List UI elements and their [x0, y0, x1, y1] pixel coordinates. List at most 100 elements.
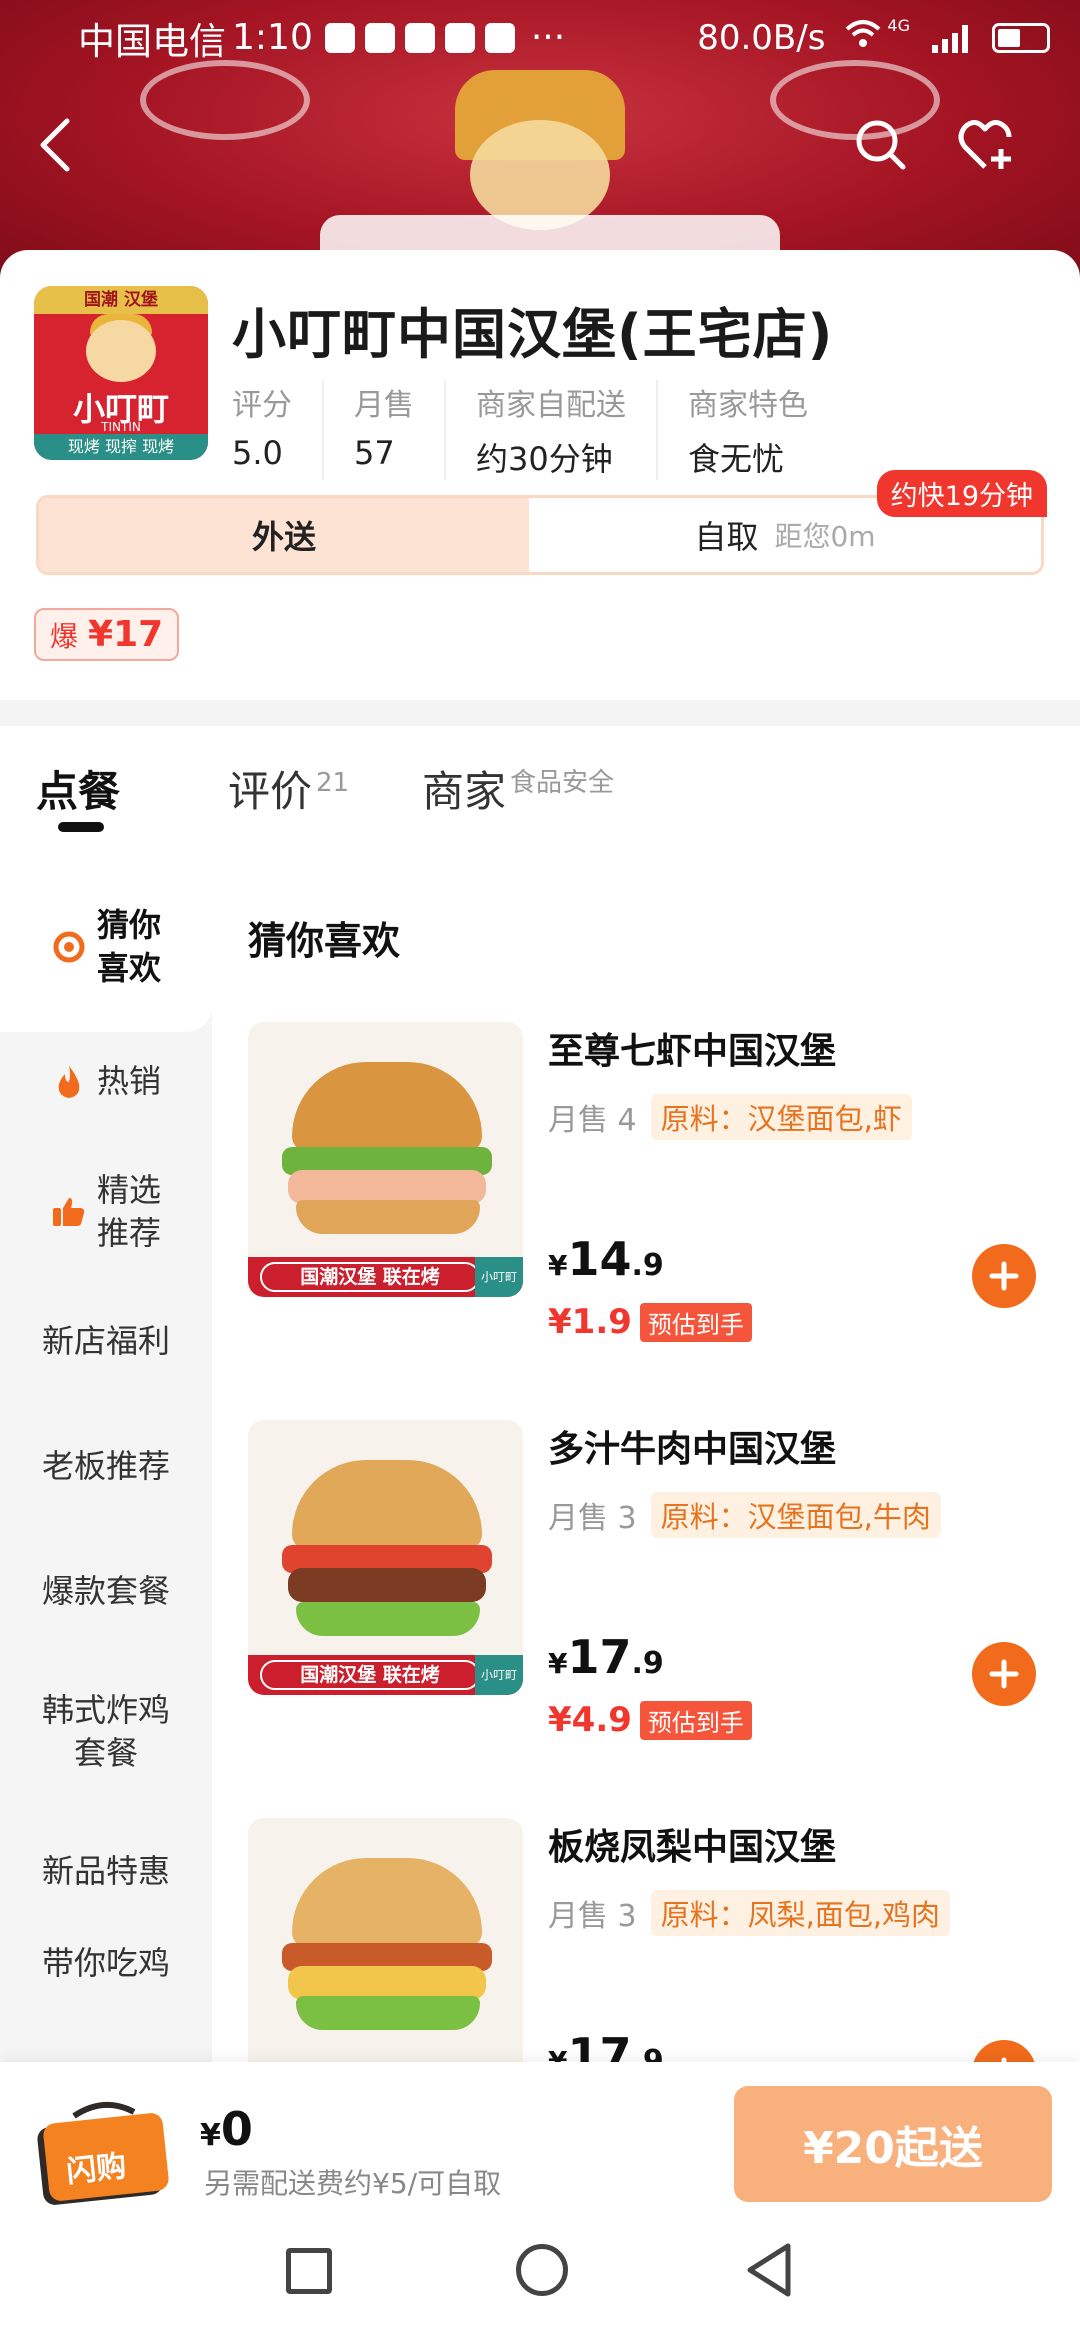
estimated-price-tag: 预估到手 [639, 1302, 752, 1342]
strip-brand: 小叮町 [475, 1655, 523, 1695]
strip-brand: 小叮町 [475, 1257, 523, 1297]
product-price: ¥17.9 [548, 1630, 664, 1684]
product-image[interactable]: 国潮汉堡 联在烤 小叮町 [248, 1420, 523, 1695]
sidebar-item-label: 老板推荐 [41, 1447, 170, 1486]
stat-label: 月售 [354, 388, 414, 423]
section-title: 猜你喜欢 [248, 919, 401, 963]
burger-filling [288, 1568, 486, 1602]
sidebar-item-new-store[interactable]: 新店福利 [0, 1282, 212, 1402]
image-strip: 国潮汉堡 联在烤 小叮町 [248, 1257, 523, 1297]
tab-label: 评价 [228, 767, 313, 816]
price-integer: 17 [567, 2028, 632, 2062]
stat-value: 5.0 [232, 434, 283, 472]
sidebar-item-selected[interactable]: 精选 推荐 [0, 1142, 212, 1282]
burger-lettuce [296, 1996, 480, 2030]
tab-merchant[interactable]: 商家 食品安全 [422, 758, 614, 819]
sidebar-item-korean-chicken[interactable]: 韩式炸鸡 套餐 [0, 1652, 212, 1812]
sidebar-item-label: 新店福利 [41, 1322, 170, 1361]
sidebar-item-hot[interactable]: 热销 [0, 1032, 212, 1132]
cart-amount: 0 [220, 2102, 253, 2156]
stat-monthly-sales: 月售 57 [354, 380, 446, 480]
product-name: 多汁牛肉中国汉堡 [548, 1429, 837, 1470]
store-logo[interactable]: 国潮 汉堡 小叮町 TINTIN 现烤 现搾 现烤 [34, 286, 208, 460]
ingredients-tag: 原料：汉堡面包,牛肉 [650, 1492, 941, 1538]
product-image[interactable]: 国潮汉堡 联在烤 小叮町 [248, 1022, 523, 1297]
cart-bar: 闪购 ¥0 另需配送费约¥5/可自取 ¥20起送 [0, 2062, 1080, 2212]
status-bar: 中国电信 1:10 ··· 80.0B/s 4G [0, 0, 1080, 75]
cart-icon-label: 闪购 [64, 2148, 129, 2191]
product-card[interactable]: 国潮汉堡 联在烤 小叮町 多汁牛肉中国汉堡 月售 3 原料：汉堡面包,牛肉 ¥1… [248, 1420, 1048, 1740]
pickup-distance: 距您0m [774, 520, 876, 553]
network-type: 4G [887, 16, 910, 35]
section-divider [0, 700, 1080, 726]
tab-label: 点餐 [36, 767, 121, 816]
sidebar-item-chicken[interactable]: 带你吃鸡 [0, 1942, 212, 2032]
home-button[interactable] [516, 2244, 568, 2296]
product-price: ¥17.9 [548, 2028, 664, 2062]
signal-icon [932, 23, 968, 53]
burger-bun-top [292, 1858, 482, 1948]
cart-icon[interactable]: 闪购 [34, 2096, 174, 2206]
notification-icons [324, 22, 515, 53]
fire-icon [51, 1064, 87, 1100]
delivery-fee-note: 另需配送费约¥5/可自取 [204, 2167, 502, 2200]
monthly-sales: 月售 3 [548, 1899, 637, 1934]
monthly-sales: 月售 3 [548, 1501, 637, 1536]
tab-label: 商家 [422, 767, 507, 816]
sidebar-item-label: 爆款套餐 [41, 1572, 170, 1611]
food-safety-label: 食品安全 [510, 768, 615, 798]
sidebar-item-guess-you-like[interactable]: 猜你 喜欢 [0, 862, 212, 1032]
active-tab-indicator [58, 822, 104, 832]
logo-bottom-text: 现烤 现搾 现烤 [34, 434, 208, 460]
price-currency: ¥ [548, 1647, 568, 1680]
stat-value: 57 [354, 434, 395, 472]
price-decimal: .9 [631, 2044, 664, 2062]
favorite-button[interactable] [952, 110, 1022, 180]
ingredients-tag: 原料：凤梨,面包,鸡肉 [650, 1890, 951, 1936]
sidebar-item-label: 韩式炸鸡 套餐 [41, 1690, 170, 1772]
sidebar-item-new-deals[interactable]: 新品特惠 [0, 1812, 212, 1932]
category-sidebar: 猜你 喜欢 热销 精选 推荐 新店福利 老板推荐 爆款套餐 韩式炸鸡 套餐 新品… [0, 862, 212, 2062]
sidebar-item-combo[interactable]: 爆款套餐 [0, 1532, 212, 1652]
back-button[interactable] [20, 110, 90, 180]
tab-reviews[interactable]: 评价 21 [228, 758, 349, 819]
add-to-cart-button[interactable] [972, 1642, 1036, 1706]
mascot-face [470, 120, 610, 230]
product-image[interactable] [248, 1818, 523, 2062]
price-decimal: .9 [631, 1646, 664, 1681]
burger-filling [288, 1170, 486, 1204]
stat-label: 商家特色 [688, 388, 808, 423]
product-name: 板烧凤梨中国汉堡 [548, 1827, 837, 1868]
strip-text: 国潮汉堡 联在烤 [260, 1660, 480, 1690]
add-to-cart-button[interactable] [972, 1244, 1036, 1308]
sidebar-item-label: 带你吃鸡 [41, 1944, 170, 1982]
sidebar-item-boss-recommend[interactable]: 老板推荐 [0, 1402, 212, 1532]
burger-pineapple [288, 1966, 486, 2000]
delivery-tab[interactable]: 外送 [39, 498, 529, 572]
tab-order[interactable]: 点餐 [36, 758, 120, 819]
more-notifications: ··· [530, 17, 566, 58]
product-meta: 月售 3 原料：凤梨,面包,鸡肉 [548, 1890, 951, 1936]
target-icon [51, 929, 87, 965]
recent-apps-button[interactable] [286, 2248, 332, 2294]
price-integer: 17 [567, 1630, 632, 1684]
product-price: ¥14.9 [548, 1232, 664, 1286]
back-nav-button[interactable] [744, 2242, 794, 2302]
product-card[interactable]: 板烧凤梨中国汉堡 月售 3 原料：凤梨,面包,鸡肉 ¥17.9 [248, 1818, 1048, 2062]
product-card[interactable]: 国潮汉堡 联在烤 小叮町 至尊七虾中国汉堡 月售 4 原料：汉堡面包,虾 ¥14… [248, 1022, 1048, 1342]
stat-feature[interactable]: 商家特色 食无忧 [688, 380, 838, 480]
min-order-button[interactable]: ¥20起送 [734, 2086, 1052, 2202]
sidebar-item-label: 新品特惠 [41, 1852, 170, 1891]
hot-deal-badge[interactable]: 爆 ¥17 [34, 608, 180, 661]
sidebar-item-label: 精选 推荐 [96, 1170, 161, 1252]
stat-value: 食无忧 [688, 440, 785, 478]
search-button[interactable] [846, 110, 916, 180]
estimated-price-value: ¥4.9 [548, 1700, 632, 1740]
stat-rating[interactable]: 评分 5.0 [232, 380, 324, 480]
sidebar-item-label: 热销 [96, 1062, 161, 1101]
store-name: 小叮町中国汉堡(王宅店) [232, 303, 834, 366]
add-to-cart-button[interactable] [972, 2040, 1036, 2062]
estimated-price: ¥4.9 预估到手 [548, 1700, 752, 1740]
price-currency: ¥ [548, 1249, 568, 1282]
image-strip: 国潮汉堡 联在烤 小叮町 [248, 1655, 523, 1695]
